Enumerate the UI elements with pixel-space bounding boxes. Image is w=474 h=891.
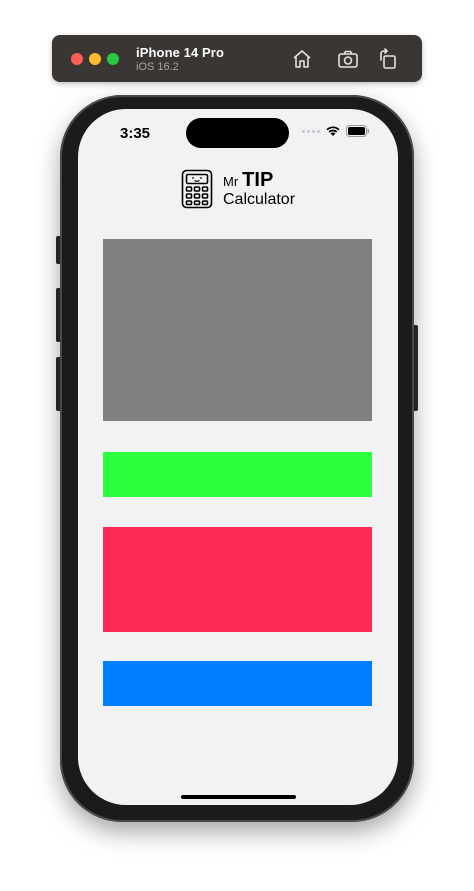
- cellular-dots-icon: [302, 129, 320, 133]
- red-block: [103, 527, 372, 632]
- screenshot-camera-icon[interactable]: [336, 47, 360, 71]
- wifi-icon: [326, 126, 340, 136]
- status-time: 3:35: [120, 125, 151, 142]
- logo-text: Mr TIP Calculator: [223, 170, 295, 208]
- device-screen: 3:35 Mr TIP Calculator: [78, 109, 398, 805]
- dynamic-island: [186, 118, 289, 148]
- home-indicator[interactable]: [181, 795, 296, 799]
- zoom-window-button[interactable]: [107, 53, 119, 65]
- status-indicators: [302, 125, 370, 137]
- simulator-os-version: iOS 16.2: [136, 61, 179, 73]
- rotate-icon[interactable]: [376, 47, 400, 71]
- battery-icon: [346, 125, 370, 137]
- simulator-toolbar: iPhone 14 Pro iOS 16.2: [52, 35, 422, 82]
- minimize-window-button[interactable]: [89, 53, 101, 65]
- logo-subtitle: Calculator: [223, 191, 296, 208]
- gray-block: [103, 239, 372, 421]
- blue-block: [103, 661, 372, 706]
- calculator-icon: [181, 169, 213, 209]
- close-window-button[interactable]: [71, 53, 83, 65]
- logo-prefix: Mr: [223, 174, 239, 189]
- green-block: [103, 452, 372, 497]
- logo-title: TIP: [242, 169, 274, 191]
- app-logo: Mr TIP Calculator: [181, 169, 295, 209]
- simulator-device-name: iPhone 14 Pro: [136, 45, 224, 60]
- home-icon[interactable]: [290, 47, 314, 71]
